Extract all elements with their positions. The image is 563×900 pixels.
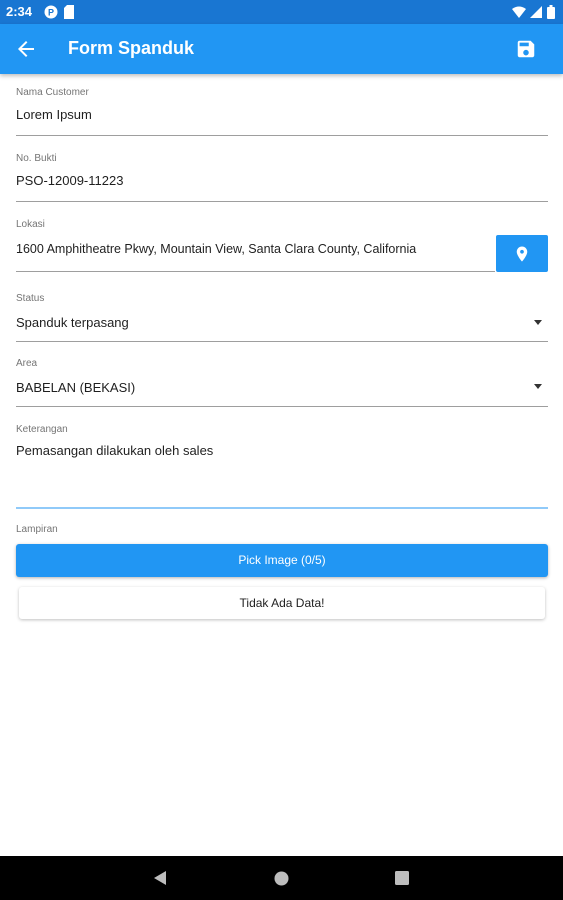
p-icon: P xyxy=(44,5,58,24)
location-button[interactable] xyxy=(496,235,548,272)
location-pin-icon xyxy=(516,246,528,262)
navigation-bar xyxy=(0,856,563,900)
empty-attachments-message: Tidak Ada Data! xyxy=(19,587,545,619)
home-circle-icon[interactable] xyxy=(274,871,289,891)
back-triangle-icon[interactable] xyxy=(153,870,167,891)
area-dropdown[interactable]: Area BABELAN (BEKASI) xyxy=(16,356,548,407)
status-bar: 2:34 P xyxy=(0,0,563,24)
no-bukti-value: PSO-12009-11223 xyxy=(16,173,124,188)
lokasi-value: 1600 Amphitheatre Pkwy, Mountain View, S… xyxy=(16,242,417,256)
keterangan-value: Pemasangan dilakukan oleh sales xyxy=(16,443,214,458)
status-dropdown[interactable]: Status Spanduk terpasang xyxy=(16,290,548,342)
status-time: 2:34 xyxy=(6,4,33,19)
nama-customer-value: Lorem Ipsum xyxy=(16,107,92,122)
battery-icon xyxy=(547,5,555,24)
signal-icon xyxy=(530,5,542,23)
svg-text:P: P xyxy=(48,8,54,18)
keterangan-field[interactable]: Keterangan Pemasangan dilakukan oleh sal… xyxy=(16,421,548,509)
lokasi-label: Lokasi xyxy=(16,219,45,230)
lampiran-label: Lampiran xyxy=(16,524,58,535)
status-value: Spanduk terpasang xyxy=(16,315,129,330)
nama-customer-field[interactable]: Nama Customer Lorem Ipsum xyxy=(16,84,548,136)
wifi-icon xyxy=(512,5,526,23)
area-value: BABELAN (BEKASI) xyxy=(16,380,136,395)
app-bar: Form Spanduk xyxy=(0,24,563,74)
area-label: Area xyxy=(16,358,38,369)
page-title: Form Spanduk xyxy=(68,38,195,58)
status-label: Status xyxy=(16,293,45,304)
no-bukti-field[interactable]: No. Bukti PSO-12009-11223 xyxy=(16,150,548,202)
nama-customer-label: Nama Customer xyxy=(16,87,89,98)
save-icon[interactable] xyxy=(515,38,537,60)
dropdown-arrow-icon xyxy=(534,384,542,389)
dropdown-arrow-icon xyxy=(534,320,542,325)
arrow-back-icon[interactable] xyxy=(14,37,38,61)
sim-icon xyxy=(64,5,74,24)
keterangan-label: Keterangan xyxy=(16,424,68,435)
lokasi-field[interactable]: Lokasi 1600 Amphitheatre Pkwy, Mountain … xyxy=(16,216,495,272)
pick-image-button[interactable]: Pick Image (0/5) xyxy=(16,544,548,577)
recents-square-icon[interactable] xyxy=(395,871,409,890)
no-bukti-label: No. Bukti xyxy=(16,153,57,164)
